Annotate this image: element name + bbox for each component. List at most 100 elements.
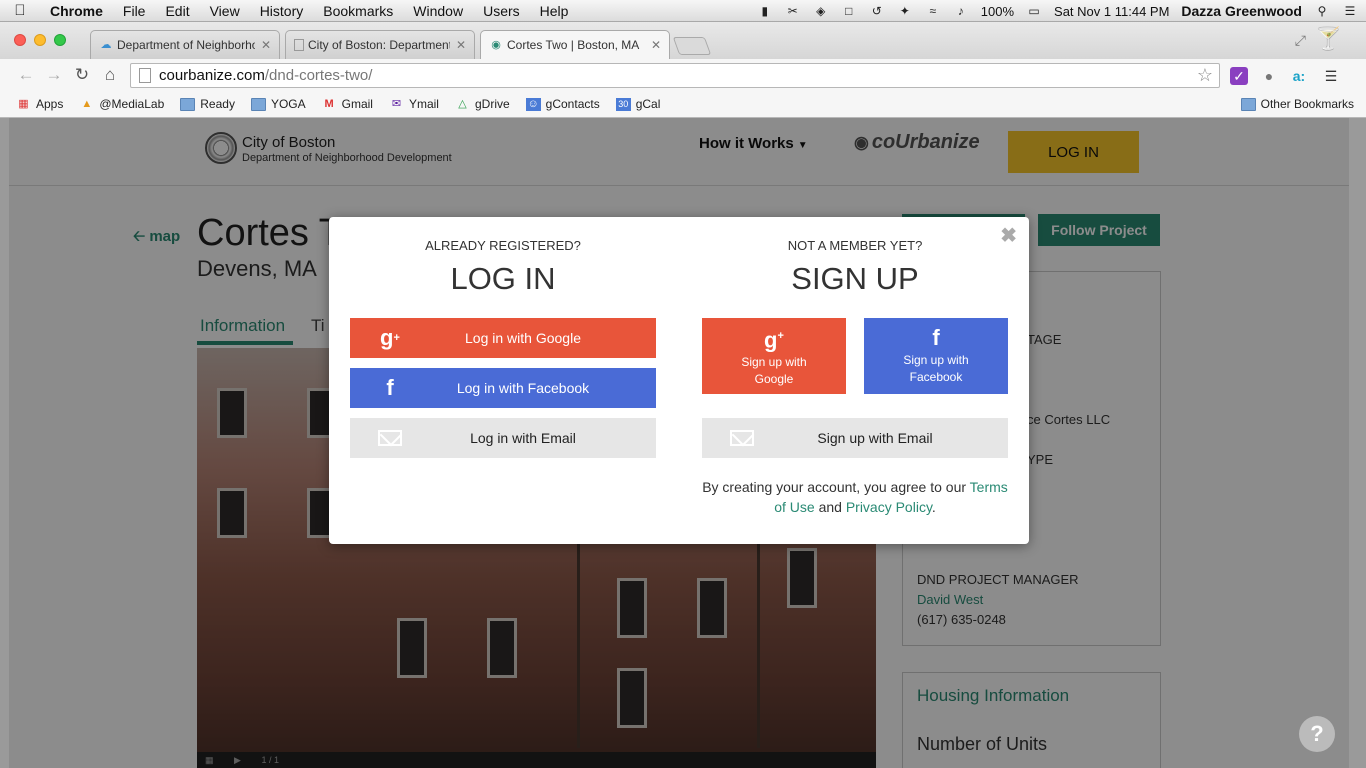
signup-kicker: NOT A MEMBER YET? [787, 238, 923, 253]
minimize-window-button[interactable] [34, 34, 46, 46]
bluetooth-icon[interactable]: ✦ [897, 4, 913, 18]
bookmark-gdrive[interactable]: △ gDrive [455, 97, 510, 111]
bookmark-medialab[interactable]: ▲ @MediaLab [79, 97, 164, 111]
menubar-user[interactable]: Dazza Greenwood [1181, 3, 1302, 19]
tab-strip: ☁ Department of Neighborhood Development… [0, 22, 1366, 59]
envelope-icon [702, 418, 782, 458]
menu-view[interactable]: View [200, 0, 250, 22]
apps-grid-icon: ▦ [18, 97, 29, 110]
browser-toolbar: ← → ↻ ⌂ courbanize.com /dnd-cortes-two/ … [0, 59, 1366, 91]
gmail-icon: M [324, 97, 334, 110]
tab-department-neighborhood[interactable]: ☁ Department of Neighborhood Development… [90, 30, 280, 59]
close-tab-icon[interactable]: ✕ [651, 38, 661, 52]
close-window-button[interactable] [14, 34, 26, 46]
menu-users[interactable]: Users [473, 0, 530, 22]
menu-help[interactable]: Help [530, 0, 579, 22]
menubar-clock[interactable]: Sat Nov 1 11:44 PM [1054, 4, 1169, 19]
chrome-menu-icon[interactable]: ☰ [1322, 67, 1340, 85]
bookmark-gcontacts[interactable]: ☺ gContacts [525, 97, 600, 111]
scissors-icon[interactable]: ✂ [785, 4, 801, 18]
tab-city-of-boston[interactable]: City of Boston: Department of Neighborho… [285, 30, 475, 59]
bookmark-icon[interactable]: ▮ [757, 4, 773, 18]
bookmark-label: YOGA [270, 97, 306, 111]
url-path: /dnd-cortes-two/ [264, 67, 373, 84]
notification-center-icon[interactable]: ☰ [1342, 4, 1358, 18]
lock-icon[interactable]: □ [841, 4, 857, 18]
tab-title: Department of Neighborhood Development [117, 38, 255, 52]
apple-menu-icon[interactable]:  [0, 2, 40, 19]
bookmark-gmail[interactable]: M Gmail [322, 97, 373, 111]
bookmark-ymail[interactable]: ✉ Ymail [389, 97, 439, 111]
google-plus-icon: g+ [380, 325, 400, 350]
bookmark-gcal[interactable]: 30 gCal [615, 97, 660, 111]
reload-icon[interactable]: ↻ [72, 65, 92, 85]
close-tab-icon[interactable]: ✕ [456, 38, 466, 52]
dropbox-icon[interactable]: ◈ [813, 4, 829, 18]
menu-window[interactable]: Window [403, 0, 473, 22]
spotlight-search-icon[interactable]: ⚲ [1314, 4, 1330, 18]
courbanize-favicon-icon: ◉ [491, 39, 501, 51]
close-tab-icon[interactable]: ✕ [261, 38, 271, 52]
bookmark-label: gDrive [474, 97, 510, 111]
url-host: courbanize.com [159, 67, 265, 84]
menu-history[interactable]: History [250, 0, 314, 22]
tab-cortes-two[interactable]: ◉ Cortes Two | Boston, MA ✕ [480, 30, 670, 59]
menu-bookmarks[interactable]: Bookmarks [313, 0, 403, 22]
forward-arrow-icon[interactable]: → [44, 65, 64, 85]
browser-chrome: ☁ Department of Neighborhood Development… [0, 22, 1366, 118]
window-controls [14, 34, 66, 46]
bookmark-yoga[interactable]: YOGA [250, 97, 306, 111]
login-email-button[interactable]: Log in with Email [350, 418, 656, 458]
bookmark-other[interactable]: Other Bookmarks [1240, 97, 1354, 111]
time-machine-icon[interactable]: ↺ [869, 4, 885, 18]
checkmark-extension-icon[interactable]: ✓ [1230, 67, 1248, 85]
signup-google-label: Sign up with Google [741, 355, 807, 387]
folder-icon [250, 97, 266, 111]
bookmark-label: Other Bookmarks [1260, 97, 1354, 111]
address-bar[interactable]: courbanize.com /dnd-cortes-two/ ☆ [130, 63, 1220, 88]
macos-menubar:  Chrome File Edit View History Bookmark… [0, 0, 1366, 22]
folder-icon [1240, 97, 1256, 111]
battery-percent[interactable]: 100% [981, 4, 1014, 19]
signup-facebook-button[interactable]: f Sign up with Facebook [864, 318, 1008, 394]
help-button[interactable]: ? [1299, 716, 1335, 752]
new-tab-button[interactable] [672, 37, 712, 55]
auth-modal: ✖ ALREADY REGISTERED? LOG IN g + Log in w… [329, 217, 1029, 544]
menu-edit[interactable]: Edit [155, 0, 199, 22]
circle-extension-icon[interactable]: ● [1260, 67, 1278, 85]
volume-icon[interactable]: ♪ [953, 4, 969, 18]
bookmark-label: gContacts [545, 97, 600, 111]
page-info-icon[interactable] [139, 68, 151, 83]
folder-icon [180, 97, 196, 111]
facebook-icon: f [932, 325, 940, 350]
gcal-icon: 30 [615, 97, 631, 111]
legal-prefix: By creating your account, you agree to o… [702, 479, 967, 495]
login-facebook-button[interactable]: f Log in with Facebook [350, 368, 656, 408]
bookmark-apps[interactable]: ▦ Apps [16, 97, 63, 111]
fullscreen-icon[interactable]: ⤢ [1295, 32, 1306, 49]
menu-file[interactable]: File [113, 0, 156, 22]
wifi-icon[interactable]: ≈ [925, 4, 941, 18]
menu-app-name[interactable]: Chrome [40, 0, 113, 22]
web-page: City of Boston Department of Neighborhoo… [9, 118, 1349, 768]
login-heading: LOG IN [450, 261, 556, 296]
battery-icon[interactable]: ▭ [1026, 4, 1042, 18]
signup-facebook-label: Sign up with Facebook [903, 353, 969, 384]
bookmark-star-icon[interactable]: ☆ [1197, 65, 1213, 86]
signup-heading: SIGN UP [791, 261, 919, 296]
login-kicker: ALREADY REGISTERED? [425, 238, 581, 253]
tab-title: City of Boston: Department of Neighborho… [308, 38, 450, 52]
profile-avatar-icon[interactable]: 🍸 [1315, 26, 1342, 52]
medialab-icon: ▲ [81, 97, 93, 110]
privacy-policy-link[interactable]: Privacy Policy [846, 499, 932, 515]
login-google-button[interactable]: g + Log in with Google [350, 318, 656, 358]
bookmark-label: Apps [36, 97, 64, 111]
a-extension-icon[interactable]: a: [1290, 67, 1308, 85]
signup-email-button[interactable]: Sign up with Email [702, 418, 1008, 458]
home-icon[interactable]: ⌂ [100, 65, 120, 85]
back-arrow-icon[interactable]: ← [16, 65, 36, 85]
zoom-window-button[interactable] [54, 34, 66, 46]
signup-google-button[interactable]: g+ Sign up with Google [702, 318, 846, 394]
facebook-icon: f [386, 375, 394, 400]
bookmark-ready[interactable]: Ready [180, 97, 235, 111]
